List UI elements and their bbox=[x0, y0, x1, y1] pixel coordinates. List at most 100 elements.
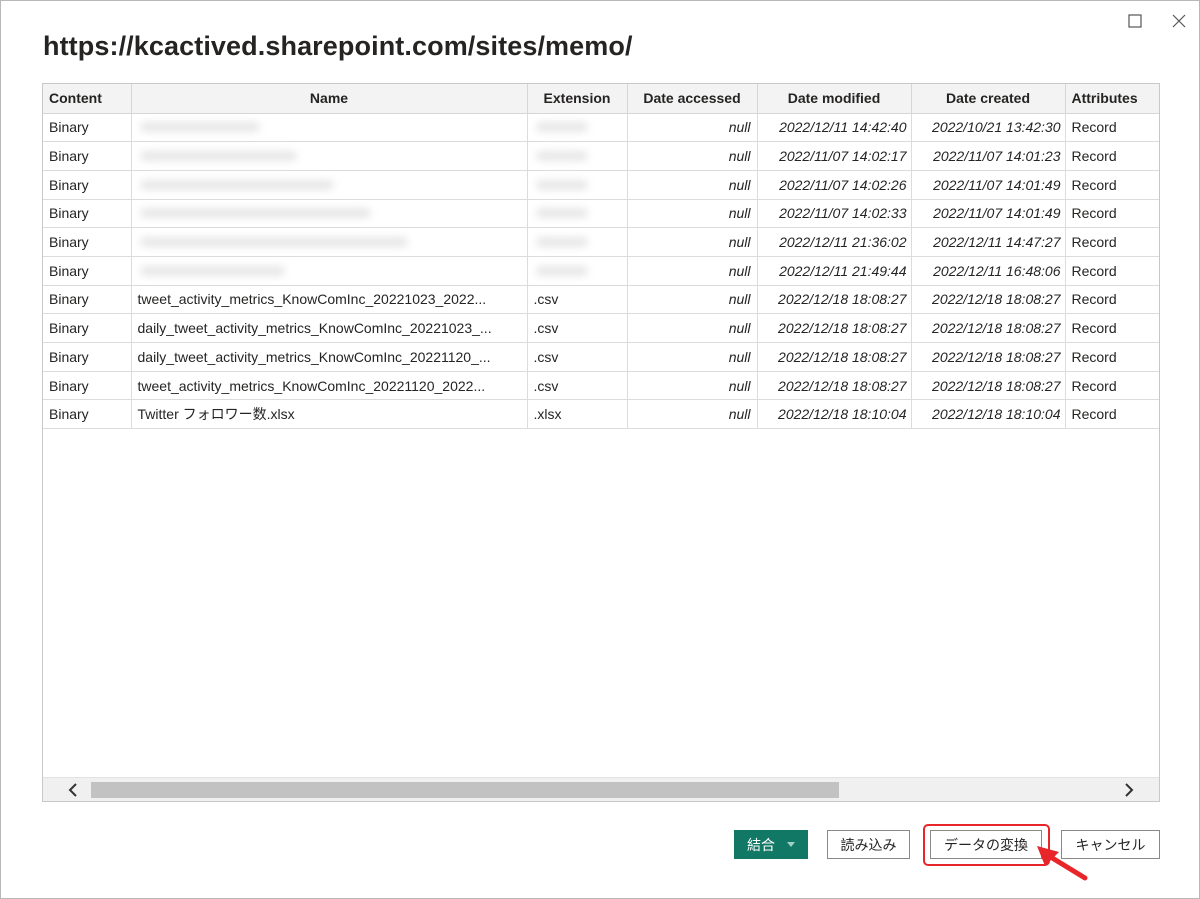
cell-date-modified: 2022/12/11 21:36:02 bbox=[757, 227, 912, 257]
redacted-text bbox=[535, 122, 588, 133]
cell-name bbox=[131, 199, 528, 229]
dropdown-caret-icon bbox=[787, 842, 795, 847]
cell-date-modified: 2022/11/07 14:02:26 bbox=[757, 170, 912, 200]
cell-date-created: 2022/12/18 18:08:27 bbox=[911, 371, 1066, 401]
cell-extension: .csv bbox=[527, 285, 628, 315]
column-header-name[interactable]: Name bbox=[131, 84, 528, 114]
cell-attributes[interactable]: Record bbox=[1065, 342, 1159, 372]
cell-date-accessed: null bbox=[627, 199, 758, 229]
cell-name bbox=[131, 141, 528, 171]
cell-extension bbox=[527, 256, 628, 286]
table-row[interactable]: Binary null 2022/12/11 21:36:02 2022/12/11 … bbox=[43, 227, 1159, 257]
chevron-right-icon bbox=[1125, 783, 1134, 797]
cell-date-modified: 2022/12/18 18:08:27 bbox=[757, 313, 912, 343]
cell-attributes[interactable]: Record bbox=[1065, 170, 1159, 200]
cell-date-accessed: null bbox=[627, 256, 758, 286]
cell-content[interactable]: Binary bbox=[43, 313, 132, 343]
table-row[interactable]: Binary tweet_activity_metrics_KnowComInc_… bbox=[43, 285, 1159, 315]
cell-extension bbox=[527, 141, 628, 171]
transform-data-button[interactable]: データの変換 bbox=[930, 830, 1042, 859]
annotation-arrow-icon bbox=[1037, 846, 1088, 881]
redacted-text bbox=[535, 151, 588, 162]
cell-date-accessed: null bbox=[627, 285, 758, 315]
cell-content[interactable]: Binary bbox=[43, 141, 132, 171]
column-header-date-created[interactable]: Date created bbox=[911, 84, 1066, 114]
combine-button[interactable]: 結合 bbox=[734, 830, 808, 859]
cell-content[interactable]: Binary bbox=[43, 342, 132, 372]
cell-date-created: 2022/12/18 18:08:27 bbox=[911, 342, 1066, 372]
scroll-left-button[interactable] bbox=[63, 781, 83, 799]
cell-attributes[interactable]: Record bbox=[1065, 113, 1159, 143]
cell-date-accessed: null bbox=[627, 313, 758, 343]
cell-attributes[interactable]: Record bbox=[1065, 256, 1159, 286]
cell-content[interactable]: Binary bbox=[43, 371, 132, 401]
column-header-extension[interactable]: Extension bbox=[527, 84, 628, 114]
table-row[interactable]: Binary null 2022/11/07 14:02:17 2022/11/07 … bbox=[43, 141, 1159, 171]
cell-content[interactable]: Binary bbox=[43, 256, 132, 286]
cell-date-modified: 2022/12/18 18:08:27 bbox=[757, 371, 912, 401]
redacted-text bbox=[139, 179, 334, 190]
redacted-text bbox=[535, 179, 588, 190]
file-table: Content Name Extension Date accessed Dat… bbox=[42, 83, 1160, 802]
cell-date-accessed: null bbox=[627, 399, 758, 430]
close-button[interactable] bbox=[1163, 7, 1195, 35]
table-row[interactable]: Binary Twitter フォロワー数.xlsx .xlsx null 2022/1… bbox=[43, 399, 1159, 430]
cell-content[interactable]: Binary bbox=[43, 170, 132, 200]
cell-attributes[interactable]: Record bbox=[1065, 285, 1159, 315]
cell-content[interactable]: Binary bbox=[43, 399, 132, 430]
cell-content[interactable]: Binary bbox=[43, 285, 132, 315]
cell-attributes[interactable]: Record bbox=[1065, 313, 1159, 343]
cell-extension bbox=[527, 113, 628, 143]
chevron-left-icon bbox=[68, 783, 77, 797]
cell-attributes[interactable]: Record bbox=[1065, 227, 1159, 257]
cell-date-accessed: null bbox=[627, 141, 758, 171]
maximize-button[interactable] bbox=[1119, 7, 1151, 35]
cell-date-modified: 2022/12/11 21:49:44 bbox=[757, 256, 912, 286]
cell-date-modified: 2022/11/07 14:02:33 bbox=[757, 199, 912, 229]
scrollbar-thumb[interactable] bbox=[91, 782, 839, 798]
close-icon bbox=[1172, 14, 1186, 28]
table-row[interactable]: Binary daily_tweet_activity_metrics_KnowC… bbox=[43, 342, 1159, 372]
cell-date-accessed: null bbox=[627, 371, 758, 401]
cell-extension: .csv bbox=[527, 313, 628, 343]
cell-content[interactable]: Binary bbox=[43, 199, 132, 229]
redacted-text bbox=[535, 237, 588, 248]
cell-content[interactable]: Binary bbox=[43, 227, 132, 257]
cell-date-modified: 2022/12/18 18:10:04 bbox=[757, 399, 912, 430]
cell-extension bbox=[527, 170, 628, 200]
cell-name bbox=[131, 170, 528, 200]
horizontal-scrollbar[interactable] bbox=[43, 777, 1159, 801]
cell-attributes[interactable]: Record bbox=[1065, 371, 1159, 401]
table-row[interactable]: Binary daily_tweet_activity_metrics_KnowC… bbox=[43, 313, 1159, 343]
cell-attributes[interactable]: Record bbox=[1065, 141, 1159, 171]
table-row[interactable]: Binary null 2022/12/11 21:49:44 2022/12/11 … bbox=[43, 256, 1159, 286]
cell-extension: .csv bbox=[527, 342, 628, 372]
cell-extension bbox=[527, 199, 628, 229]
redacted-text bbox=[139, 122, 260, 133]
cell-content[interactable]: Binary bbox=[43, 113, 132, 143]
cell-date-modified: 2022/11/07 14:02:17 bbox=[757, 141, 912, 171]
cell-date-created: 2022/10/21 13:42:30 bbox=[911, 113, 1066, 143]
column-header-date-accessed[interactable]: Date accessed bbox=[627, 84, 758, 114]
cell-date-modified: 2022/12/18 18:08:27 bbox=[757, 285, 912, 315]
cell-name: Twitter フォロワー数.xlsx bbox=[131, 399, 528, 430]
table-row[interactable]: Binary null 2022/11/07 14:02:26 2022/11/07 … bbox=[43, 170, 1159, 200]
column-header-content[interactable]: Content bbox=[43, 84, 132, 114]
table-row[interactable]: Binary tweet_activity_metrics_KnowComInc_… bbox=[43, 371, 1159, 401]
table-header-row: Content Name Extension Date accessed Dat… bbox=[43, 84, 1159, 114]
cell-date-created: 2022/12/11 14:47:27 bbox=[911, 227, 1066, 257]
cell-extension: .csv bbox=[527, 371, 628, 401]
column-header-attributes[interactable]: Attributes bbox=[1065, 84, 1159, 114]
cell-attributes[interactable]: Record bbox=[1065, 399, 1159, 430]
redacted-text bbox=[139, 265, 285, 276]
load-button[interactable]: 読み込み bbox=[827, 830, 910, 859]
table-row[interactable]: Binary null 2022/12/11 14:42:40 2022/10/21 … bbox=[43, 113, 1159, 143]
table-row[interactable]: Binary null 2022/11/07 14:02:33 2022/11/07 … bbox=[43, 199, 1159, 229]
cell-date-accessed: null bbox=[627, 113, 758, 143]
scroll-right-button[interactable] bbox=[1119, 781, 1139, 799]
cell-date-created: 2022/12/11 16:48:06 bbox=[911, 256, 1066, 286]
redacted-text bbox=[139, 208, 371, 219]
cell-name: tweet_activity_metrics_KnowComInc_202211… bbox=[131, 371, 528, 401]
cell-attributes[interactable]: Record bbox=[1065, 199, 1159, 229]
column-header-date-modified[interactable]: Date modified bbox=[757, 84, 912, 114]
